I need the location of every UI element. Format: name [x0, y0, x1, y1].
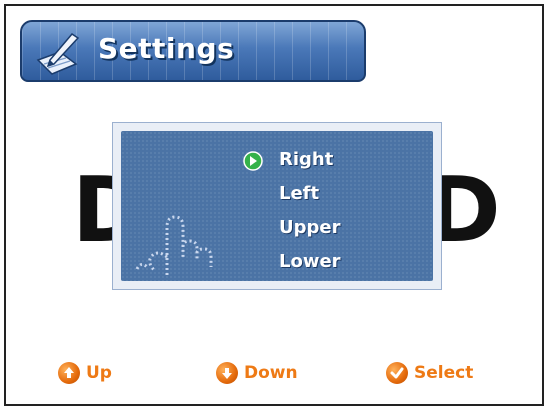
page-title: Settings	[98, 32, 235, 65]
hand-pointing-icon	[135, 215, 213, 275]
settings-header: Settings	[20, 20, 366, 82]
menu-item-upper[interactable]: Upper	[279, 217, 340, 238]
softkey-down[interactable]: Down	[216, 362, 298, 384]
softkey-up-label: Up	[86, 363, 112, 383]
check-circle-icon	[386, 362, 408, 384]
green-arrow-icon	[243, 151, 263, 171]
softkey-up[interactable]: Up	[58, 362, 112, 384]
menu-item-lower[interactable]: Lower	[279, 251, 341, 272]
menu-item-right[interactable]: Right	[279, 149, 333, 170]
settings-menu-panel: Right Left Upper Lower	[112, 122, 442, 290]
up-arrow-circle-icon	[58, 362, 80, 384]
softkey-down-label: Down	[244, 363, 298, 383]
down-arrow-circle-icon	[216, 362, 238, 384]
pen-and-paper-icon	[36, 33, 80, 75]
softkey-select[interactable]: Select	[386, 362, 473, 384]
menu-item-left[interactable]: Left	[279, 183, 319, 204]
softkey-select-label: Select	[414, 363, 474, 383]
